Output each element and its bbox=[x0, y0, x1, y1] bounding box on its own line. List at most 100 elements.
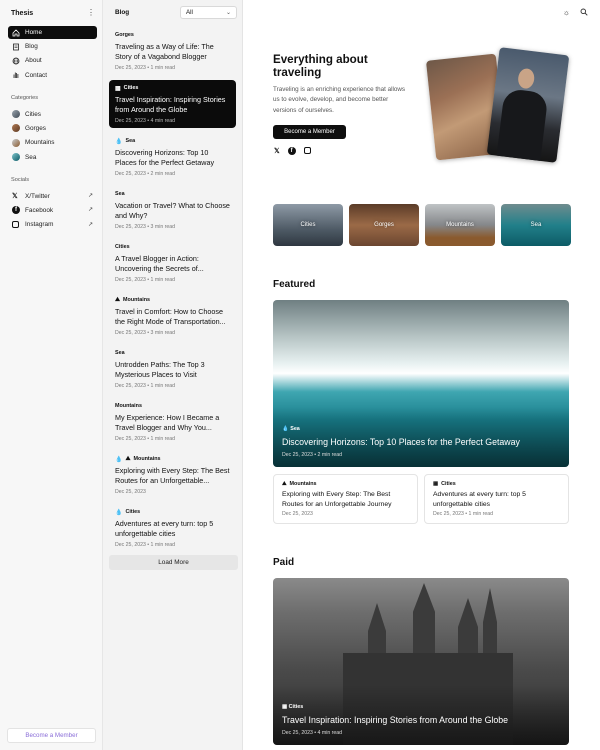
post-meta: Dec 25, 2023 • 4 min read bbox=[115, 118, 176, 125]
hero-member-button[interactable]: Become a Member bbox=[273, 125, 346, 139]
category-text: Sea bbox=[125, 138, 136, 144]
socials-label: Socials bbox=[11, 177, 30, 183]
blog-column: Blog All ⌄ Gorges Traveling as a Way of … bbox=[103, 0, 243, 750]
facebook-icon: f bbox=[12, 206, 20, 215]
category-item-mountains[interactable]: Mountains bbox=[8, 136, 97, 150]
category-text: Sea bbox=[115, 350, 125, 356]
featured-sub-card[interactable]: ⛰ Mountains Exploring with Every Step: Th… bbox=[273, 474, 418, 524]
cities-thumb bbox=[12, 110, 20, 119]
post-category: Gorges bbox=[115, 31, 230, 39]
card-category: 💧 Sea bbox=[282, 426, 300, 432]
blog-post-item[interactable]: Sea Vacation or Travel? What to Choose a… bbox=[109, 186, 236, 234]
more-menu-icon[interactable]: ⋮ bbox=[87, 9, 95, 17]
post-meta: Dec 25, 2023 • 3 min read bbox=[115, 224, 176, 231]
post-category: 💧 ⛰ Mountains bbox=[115, 455, 230, 463]
paid-main-card[interactable]: ▦ Cities Travel Inspiration: Inspiring S… bbox=[273, 578, 569, 745]
nav-item-home[interactable]: Home bbox=[8, 26, 97, 39]
x-icon: 𝕏 bbox=[12, 193, 18, 201]
external-link-icon: ↗ bbox=[87, 193, 93, 199]
post-title: Adventures at every turn: top 5 unforget… bbox=[115, 519, 214, 538]
blog-post-item-active[interactable]: ▦ Cities Travel Inspiration: Inspiring St… bbox=[109, 80, 236, 129]
social-item-instagram[interactable]: Instagram ↗ bbox=[8, 218, 97, 232]
post-category: Mountains bbox=[115, 402, 230, 410]
nav-item-blog[interactable]: Blog bbox=[8, 40, 97, 53]
post-meta: Dec 25, 2023 • 1 min read bbox=[433, 511, 494, 518]
mountain-icon: ⛰ bbox=[125, 455, 131, 462]
post-title: Exploring with Every Step: The Best Rout… bbox=[282, 491, 392, 508]
blog-post-item[interactable]: ⛰ Mountains Travel in Comfort: How to Cho… bbox=[109, 292, 236, 340]
nav-item-contact[interactable]: Contact bbox=[8, 69, 97, 82]
building-icon: ▦ bbox=[115, 85, 121, 92]
post-title: Exploring with Every Step: The Best Rout… bbox=[115, 466, 230, 485]
blog-filter-select[interactable]: All ⌄ bbox=[180, 6, 237, 19]
category-label: Sea bbox=[25, 153, 37, 161]
nav-item-about[interactable]: About bbox=[8, 54, 97, 67]
social-label: Instagram bbox=[25, 221, 54, 229]
blog-post-item[interactable]: 💧 Cities Adventures at every turn: top 5 … bbox=[109, 504, 236, 552]
become-member-button[interactable]: Become a Member bbox=[7, 728, 96, 743]
post-category: Sea bbox=[115, 349, 230, 357]
facebook-icon[interactable]: f bbox=[287, 147, 296, 155]
drop-icon: 💧 bbox=[115, 138, 123, 145]
category-text: Sea bbox=[115, 191, 125, 197]
mountains-thumb bbox=[12, 138, 20, 147]
category-text: Gorges bbox=[115, 32, 134, 38]
post-category: Cities bbox=[115, 243, 230, 251]
blog-post-item[interactable]: Cities A Travel Blogger in Action: Uncov… bbox=[109, 239, 236, 287]
tile-mountains[interactable]: Mountains bbox=[425, 204, 495, 246]
category-label: Mountains bbox=[25, 139, 55, 147]
search-icon[interactable] bbox=[580, 8, 588, 18]
theme-toggle-icon[interactable]: ☼ bbox=[563, 8, 570, 18]
external-link-icon: ↗ bbox=[87, 207, 93, 214]
post-meta: Dec 25, 2023 bbox=[282, 511, 313, 518]
sea-thumb bbox=[12, 153, 20, 162]
post-category: ⛰ Mountains bbox=[282, 480, 409, 488]
post-category: Sea bbox=[115, 190, 230, 198]
post-title: Adventures at every turn: top 5 unforget… bbox=[433, 491, 526, 508]
category-item-gorges[interactable]: Gorges bbox=[8, 121, 97, 135]
featured-main-card[interactable]: 💧 Sea Discovering Horizons: Top 10 Place… bbox=[273, 300, 569, 467]
filter-value: All bbox=[186, 9, 193, 16]
category-text: Cities bbox=[125, 509, 141, 515]
building-icon: ▦ bbox=[433, 481, 439, 487]
drop-icon: 💧 bbox=[115, 456, 123, 463]
sidebar: Thesis ⋮ Home Blog About Contact Categor… bbox=[0, 0, 103, 750]
post-title: A Travel Blogger in Action: Uncovering t… bbox=[115, 254, 204, 273]
category-text: Cities bbox=[115, 244, 130, 250]
category-text: Sea bbox=[290, 426, 300, 432]
featured-sub-card[interactable]: ▦ Cities Adventures at every turn: top 5 … bbox=[424, 474, 569, 524]
categories-list: Cities Gorges Mountains Sea bbox=[8, 107, 97, 164]
tile-sea[interactable]: Sea bbox=[501, 204, 571, 246]
social-item-facebook[interactable]: f Facebook ↗ bbox=[8, 203, 97, 217]
x-icon[interactable]: 𝕏 bbox=[274, 147, 280, 155]
blog-post-item[interactable]: 💧 ⛰ Mountains Exploring with Every Step: T… bbox=[109, 451, 236, 499]
post-meta: Dec 25, 2023 • 1 min read bbox=[115, 542, 176, 549]
post-title: Traveling as a Way of Life: The Story of… bbox=[115, 42, 214, 61]
instagram-icon bbox=[12, 221, 19, 229]
post-category: 💧 Sea bbox=[115, 137, 230, 145]
traveler-face bbox=[517, 67, 536, 90]
tile-gorges[interactable]: Gorges bbox=[349, 204, 419, 246]
post-category: ▦ Cities bbox=[433, 480, 560, 488]
home-icon bbox=[12, 28, 20, 37]
blog-post-item[interactable]: Gorges Traveling as a Way of Life: The S… bbox=[109, 27, 236, 75]
blog-post-item[interactable]: Mountains My Experience: How I Became a … bbox=[109, 398, 236, 446]
blog-post-item[interactable]: 💧 Sea Discovering Horizons: Top 10 Places… bbox=[109, 133, 236, 181]
external-link-icon: ↗ bbox=[87, 221, 93, 228]
main-nav: Home Blog About Contact bbox=[8, 26, 97, 83]
post-meta: Dec 25, 2023 • 1 min read bbox=[115, 277, 176, 284]
social-label: Facebook bbox=[25, 206, 54, 214]
load-more-button[interactable]: Load More bbox=[109, 555, 238, 570]
tile-cities[interactable]: Cities bbox=[273, 204, 343, 246]
instagram-icon[interactable] bbox=[303, 147, 311, 154]
socials-list: 𝕏 X/Twitter ↗ f Facebook ↗ Instagram ↗ bbox=[8, 189, 97, 232]
social-item-twitter[interactable]: 𝕏 X/Twitter ↗ bbox=[8, 189, 97, 203]
post-meta: Dec 25, 2023 bbox=[115, 489, 146, 496]
blog-post-item[interactable]: Sea Untrodden Paths: The Top 3 Mysteriou… bbox=[109, 345, 236, 393]
category-label: Cities bbox=[25, 110, 41, 118]
category-item-sea[interactable]: Sea bbox=[8, 150, 97, 164]
post-title: Untrodden Paths: The Top 3 Mysterious Pl… bbox=[115, 360, 205, 379]
category-item-cities[interactable]: Cities bbox=[8, 107, 97, 121]
main-content: ☼ Everything about traveling Traveling i… bbox=[243, 0, 600, 750]
hero-photo-traveler bbox=[486, 47, 570, 163]
